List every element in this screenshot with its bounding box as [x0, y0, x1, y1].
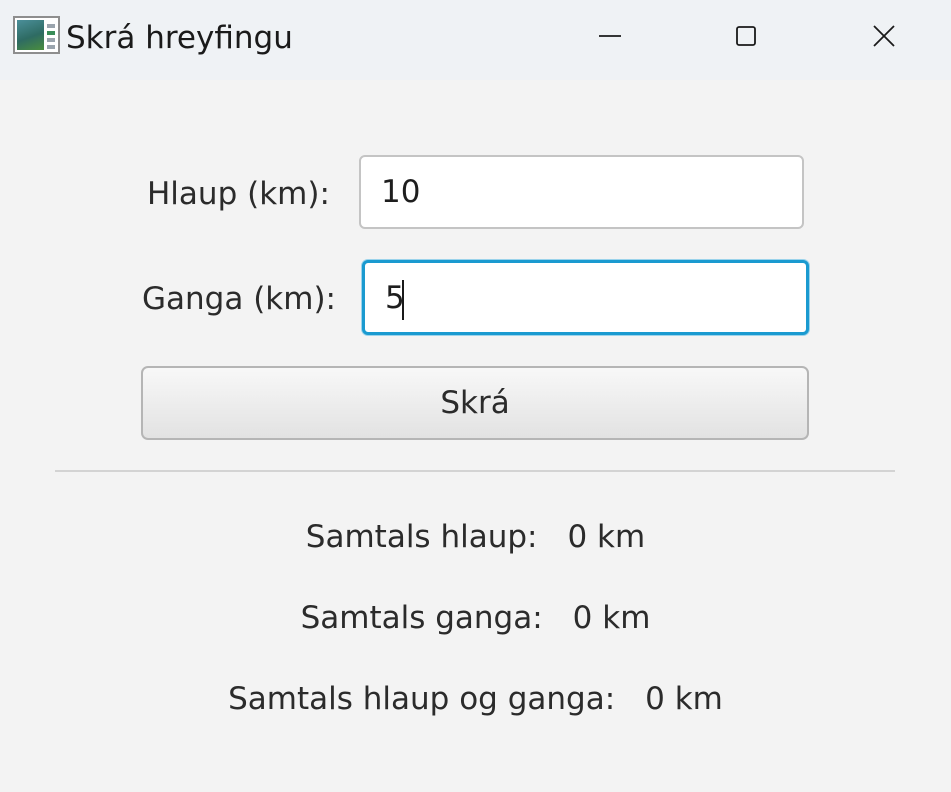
summary-run-row: Samtals hlaup: 0 km: [0, 517, 951, 557]
summary-total-value: 0 km: [645, 681, 723, 717]
summary-run-value: 0 km: [567, 519, 646, 555]
walk-label: Ganga (km):: [142, 281, 336, 317]
summary-total-row: Samtals hlaup og ganga: 0 km: [0, 679, 951, 719]
run-input[interactable]: [359, 155, 804, 229]
run-label: Hlaup (km):: [147, 176, 330, 212]
title-bar: Skrá hreyfingu: [0, 0, 951, 80]
close-icon: [873, 25, 895, 47]
text-caret: [402, 280, 404, 320]
summary-walk-label: Samtals ganga:: [300, 600, 543, 636]
minimize-button[interactable]: [578, 10, 642, 62]
summary-walk-value: 0 km: [572, 600, 651, 636]
walk-input[interactable]: [362, 260, 809, 335]
submit-button[interactable]: Skrá: [141, 366, 809, 440]
maximize-button[interactable]: [714, 10, 778, 62]
separator: [55, 470, 895, 472]
window-title: Skrá hreyfingu: [66, 20, 293, 56]
close-button[interactable]: [852, 10, 916, 62]
maximize-icon: [736, 26, 756, 46]
summary-run-label: Samtals hlaup:: [305, 519, 538, 555]
app-icon: [13, 16, 60, 54]
summary-walk-row: Samtals ganga: 0 km: [0, 598, 951, 638]
minimize-icon: [599, 35, 621, 37]
summary-total-label: Samtals hlaup og ganga:: [228, 681, 616, 717]
